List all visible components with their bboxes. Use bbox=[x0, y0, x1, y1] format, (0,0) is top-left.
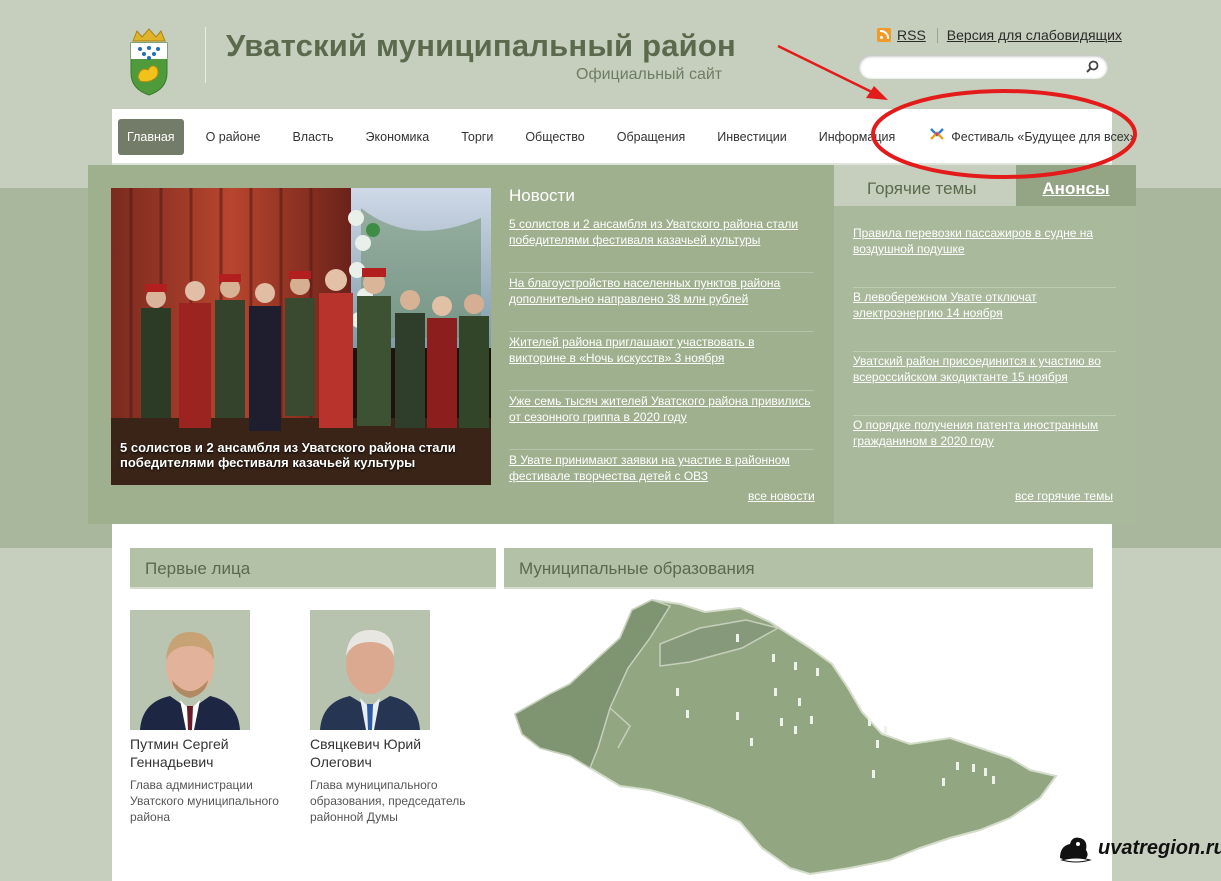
search-input[interactable] bbox=[869, 55, 1079, 79]
hot-topic-item: Правила перевозки пассажиров в судне на … bbox=[853, 224, 1116, 288]
portrait-image bbox=[130, 610, 250, 730]
nav-item-information[interactable]: Информация bbox=[803, 119, 912, 155]
nav-item-economy[interactable]: Экономика bbox=[350, 119, 446, 155]
top-links: RSS Версия для слабовидящих bbox=[877, 27, 1122, 43]
person-card: Свяцкевич Юрий Олегович Глава муниципаль… bbox=[310, 610, 485, 825]
person-name[interactable]: Свяцкевич Юрий Олегович bbox=[310, 735, 440, 771]
annotation-arrow-head bbox=[866, 86, 888, 100]
nav-item-festival-label: Фестиваль «Будущее для всех» bbox=[951, 130, 1137, 144]
coat-of-arms-logo[interactable] bbox=[128, 27, 170, 97]
top-links-divider bbox=[936, 27, 938, 43]
hot-topic-item: В левобережном Увате отключат электроэне… bbox=[853, 288, 1116, 352]
person-name[interactable]: Путмин Сергей Геннадьевич bbox=[130, 735, 260, 771]
festival-logo-icon bbox=[930, 128, 945, 140]
news-link[interactable]: На благоустройство населенных пунктов ра… bbox=[509, 275, 814, 307]
news-link[interactable]: Жителей района приглашают участвовать в … bbox=[509, 334, 814, 366]
nav-item-tenders[interactable]: Торги bbox=[445, 119, 509, 155]
section-heading-first-persons: Первые лица bbox=[130, 548, 496, 589]
news-link[interactable]: Уже семь тысяч жителей Уватского района … bbox=[509, 393, 814, 425]
site-title: Уватский муниципальный район bbox=[226, 28, 736, 63]
watermark-text: uvatregion.ru bbox=[1098, 836, 1221, 859]
person-role: Глава муниципального образования, предсе… bbox=[310, 778, 466, 824]
hot-topic-item: О порядке получения патента иностранным … bbox=[853, 416, 1116, 480]
portrait-image bbox=[310, 610, 430, 730]
feature-news-caption[interactable]: 5 солистов и 2 ансамбля из Уватского рай… bbox=[120, 440, 480, 470]
nav-item-home[interactable]: Главная bbox=[118, 119, 184, 155]
section-heading-municipalities: Муниципальные образования bbox=[504, 548, 1093, 589]
news-link[interactable]: В Увате принимают заявки на участие в ра… bbox=[509, 452, 814, 484]
site-subtitle: Официальный сайт bbox=[576, 66, 723, 83]
person-photo[interactable] bbox=[130, 610, 250, 730]
news-item: Уже семь тысяч жителей Уватского района … bbox=[509, 391, 814, 450]
news-item: Жителей района приглашают участвовать в … bbox=[509, 332, 814, 391]
tab-hot-topics[interactable]: Горячие темы bbox=[834, 165, 1016, 206]
hot-topic-item: Уватский район присоединится к участию в… bbox=[853, 352, 1116, 416]
feature-news-photo[interactable]: 5 солистов и 2 ансамбля из Уватского рай… bbox=[111, 188, 491, 485]
nav-item-government[interactable]: Власть bbox=[276, 119, 349, 155]
watermark: uvatregion.ru bbox=[1058, 832, 1221, 864]
rss-icon[interactable] bbox=[877, 28, 891, 42]
news-item: На благоустройство населенных пунктов ра… bbox=[509, 273, 814, 332]
nav-item-festival[interactable]: Фестиваль «Будущее для всех» bbox=[911, 119, 1152, 155]
nav-item-investments[interactable]: Инвестиции bbox=[701, 119, 802, 155]
news-item: 5 солистов и 2 ансамбля из Уватского рай… bbox=[509, 214, 814, 273]
all-news-link[interactable]: все новости bbox=[748, 489, 815, 503]
municipal-map[interactable] bbox=[510, 598, 1070, 878]
nav-item-about[interactable]: О районе bbox=[190, 119, 277, 155]
header-divider bbox=[205, 27, 206, 83]
news-link[interactable]: 5 солистов и 2 ансамбля из Уватского рай… bbox=[509, 216, 814, 248]
tab-announcements[interactable]: Анонсы bbox=[1016, 165, 1136, 206]
main-navigation: Главная О районе Власть Экономика Торги … bbox=[112, 109, 1137, 165]
nav-item-appeals[interactable]: Обращения bbox=[601, 119, 702, 155]
hot-topic-link[interactable]: О порядке получения патента иностранным … bbox=[853, 417, 1116, 449]
search-box[interactable] bbox=[859, 55, 1108, 79]
hot-topics-list: Правила перевозки пассажиров в судне на … bbox=[853, 224, 1116, 480]
search-icon[interactable] bbox=[1086, 60, 1099, 73]
news-heading: Новости bbox=[509, 186, 575, 205]
nav-item-society[interactable]: Общество bbox=[509, 119, 600, 155]
hot-topic-link[interactable]: В левобережном Увате отключат электроэне… bbox=[853, 289, 1116, 321]
person-role: Глава администрации Уватского муниципаль… bbox=[130, 778, 279, 824]
news-list: 5 солистов и 2 ансамбля из Уватского рай… bbox=[509, 214, 814, 509]
beaver-logo-icon bbox=[1060, 837, 1092, 863]
accessible-version-link[interactable]: Версия для слабовидящих bbox=[947, 27, 1122, 43]
rss-link[interactable]: RSS bbox=[897, 27, 926, 43]
all-hot-topics-link[interactable]: все горячие темы bbox=[1015, 489, 1113, 503]
person-card: Путмин Сергей Геннадьевич Глава админист… bbox=[130, 610, 305, 825]
person-photo[interactable] bbox=[310, 610, 430, 730]
hot-topic-link[interactable]: Правила перевозки пассажиров в судне на … bbox=[853, 225, 1116, 257]
hot-topic-link[interactable]: Уватский район присоединится к участию в… bbox=[853, 353, 1116, 385]
